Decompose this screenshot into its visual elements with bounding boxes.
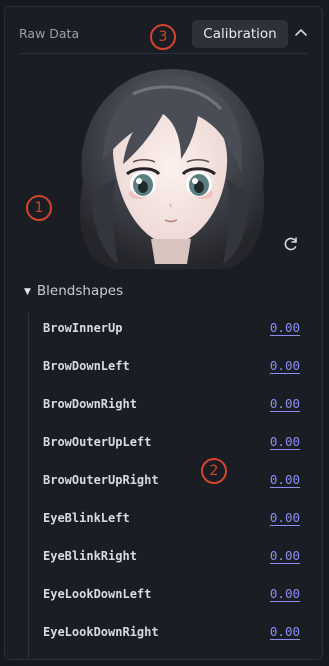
- blendshape-row: EyeBlinkRight 0.00: [5, 538, 322, 576]
- blendshape-row: BrowDownLeft 0.00: [5, 348, 322, 386]
- blendshape-row: BrowDownRight 0.00: [5, 386, 322, 424]
- blendshape-name: EyeBlinkRight: [43, 549, 137, 563]
- chevron-up-icon[interactable]: [291, 23, 311, 43]
- annotation-marker-1: 1: [26, 195, 52, 221]
- blendshapes-label: Blendshapes: [36, 283, 124, 299]
- blendshape-row: BrowOuterUpRight 0.00: [5, 462, 322, 500]
- blendshape-value[interactable]: 0.00: [270, 434, 300, 449]
- blendshape-row: EyeLookDownLeft 0.00: [5, 576, 322, 614]
- blendshapes-section-toggle[interactable]: ▼ Blendshapes: [24, 283, 123, 299]
- blendshape-value[interactable]: 0.00: [270, 320, 300, 335]
- blendshape-value[interactable]: 0.00: [270, 510, 300, 525]
- raw-data-panel: Raw Data Calibration 3 1 ▼ Blendshapes B…: [4, 6, 323, 660]
- blendshape-row: EyeBlinkLeft 0.00: [5, 500, 322, 538]
- blendshape-list: BrowInnerUp 0.00 BrowDownLeft 0.00 BrowD…: [5, 310, 322, 652]
- blendshape-row: EyeLookDownRight 0.00: [5, 614, 322, 652]
- blendshape-name: EyeLookDownLeft: [43, 587, 152, 601]
- refresh-icon[interactable]: [281, 234, 301, 254]
- blendshape-value[interactable]: 0.00: [270, 472, 300, 487]
- annotation-marker-2: 2: [201, 458, 227, 484]
- blendshape-row: BrowInnerUp 0.00: [5, 310, 322, 348]
- blendshape-name: BrowDownRight: [43, 397, 137, 411]
- blendshape-value[interactable]: 0.00: [270, 358, 300, 373]
- blendshape-name: BrowOuterUpLeft: [43, 435, 152, 449]
- blendshape-name: BrowInnerUp: [43, 321, 123, 335]
- blendshape-name: BrowOuterUpRight: [43, 473, 159, 487]
- blendshape-name: EyeLookDownRight: [43, 625, 159, 639]
- blendshape-value[interactable]: 0.00: [270, 396, 300, 411]
- blendshape-row: BrowOuterUpLeft 0.00: [5, 424, 322, 462]
- blendshape-value[interactable]: 0.00: [270, 548, 300, 563]
- blendshape-name: BrowDownLeft: [43, 359, 130, 373]
- calibration-button[interactable]: Calibration: [192, 20, 288, 48]
- avatar-preview: [63, 64, 275, 274]
- blendshape-value[interactable]: 0.00: [270, 624, 300, 639]
- caret-down-icon: ▼: [24, 287, 31, 297]
- header-divider: [19, 53, 308, 54]
- annotation-marker-3: 3: [150, 24, 176, 50]
- blendshape-value[interactable]: 0.00: [270, 586, 300, 601]
- panel-title: Raw Data: [19, 26, 80, 41]
- blendshape-name: EyeBlinkLeft: [43, 511, 130, 525]
